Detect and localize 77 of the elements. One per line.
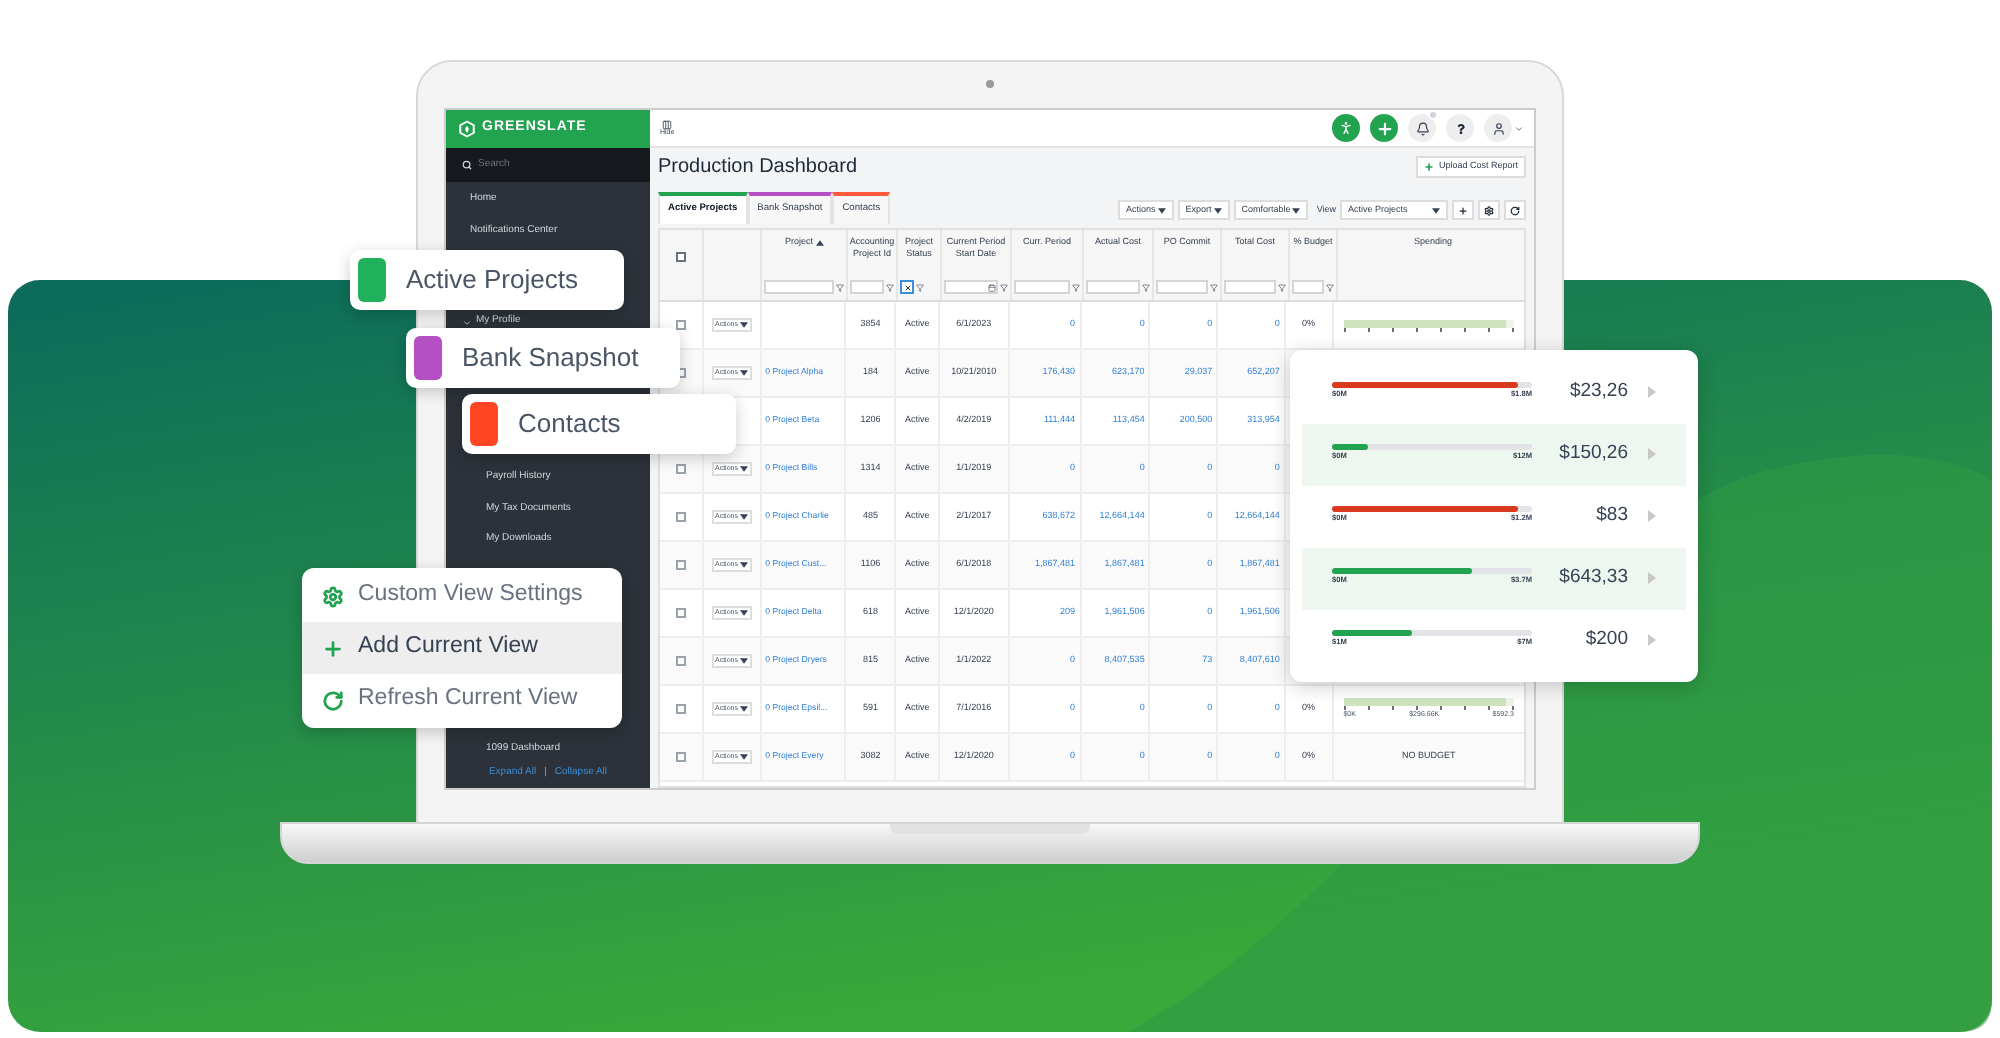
caret-icon bbox=[739, 322, 748, 328]
caret-icon bbox=[739, 658, 748, 664]
play-arrow-icon[interactable] bbox=[1648, 448, 1656, 460]
walking-person-icon[interactable] bbox=[1332, 114, 1360, 142]
row-checkbox[interactable] bbox=[675, 560, 686, 570]
spending-amount: $23,26 bbox=[1567, 377, 1628, 406]
row-checkbox[interactable] bbox=[675, 512, 686, 522]
caret-icon bbox=[739, 466, 748, 472]
tab-label: Active Projects bbox=[406, 262, 578, 299]
caret-icon bbox=[739, 706, 748, 712]
settings-icon bbox=[322, 585, 344, 607]
play-arrow-icon[interactable] bbox=[1648, 386, 1656, 398]
caret-icon bbox=[1292, 207, 1301, 213]
clear-filter-button[interactable] bbox=[900, 280, 914, 294]
add-view-button[interactable] bbox=[1452, 200, 1474, 220]
user-icon bbox=[1491, 121, 1505, 135]
caret-icon bbox=[739, 514, 748, 520]
filter-field[interactable] bbox=[1156, 280, 1208, 294]
spending-amount: $83 bbox=[1594, 501, 1628, 530]
filter-icon[interactable] bbox=[886, 283, 894, 291]
filter-field[interactable] bbox=[1086, 280, 1140, 294]
help-icon[interactable] bbox=[1446, 114, 1474, 142]
calendar-icon[interactable] bbox=[988, 283, 996, 291]
filter-field[interactable] bbox=[850, 280, 884, 294]
filter-icon[interactable] bbox=[1210, 283, 1218, 291]
play-arrow-icon[interactable] bbox=[1648, 510, 1656, 522]
filter-icon[interactable] bbox=[916, 283, 924, 291]
filter-icon[interactable] bbox=[1142, 283, 1150, 291]
menu-item[interactable]: Add Current View bbox=[302, 622, 622, 674]
filter-field[interactable] bbox=[1224, 280, 1276, 294]
filter-icon[interactable] bbox=[1326, 283, 1334, 291]
user-menu[interactable] bbox=[1484, 114, 1524, 142]
row-checkbox[interactable] bbox=[675, 656, 686, 666]
caret-icon bbox=[1432, 207, 1440, 213]
plus-icon bbox=[1458, 205, 1468, 215]
filter-field[interactable] bbox=[764, 280, 834, 294]
row-checkbox[interactable] bbox=[675, 704, 686, 714]
refresh-icon bbox=[1510, 205, 1520, 215]
menu-item[interactable]: Custom View Settings bbox=[302, 570, 622, 622]
date-filter-field[interactable] bbox=[944, 280, 998, 294]
spending-amount: $200 bbox=[1583, 625, 1628, 654]
filter-icon[interactable] bbox=[1072, 283, 1080, 291]
plus-icon bbox=[1424, 162, 1435, 172]
caret-icon bbox=[739, 754, 748, 760]
plus-icon bbox=[322, 637, 344, 659]
menu-item[interactable]: Refresh Current View bbox=[302, 674, 622, 726]
search-icon bbox=[462, 160, 472, 170]
caret-icon bbox=[739, 562, 748, 568]
filter-icon[interactable] bbox=[1000, 283, 1008, 291]
row-checkbox[interactable] bbox=[675, 608, 686, 618]
row-checkbox[interactable] bbox=[675, 464, 686, 474]
row-checkbox[interactable] bbox=[675, 320, 686, 330]
refresh-icon bbox=[322, 689, 344, 711]
caret-icon bbox=[1213, 207, 1222, 213]
filter-field[interactable] bbox=[1014, 280, 1070, 294]
refresh-button[interactable] bbox=[1504, 200, 1526, 220]
logo-icon bbox=[458, 120, 476, 138]
tab-label: Bank Snapshot bbox=[462, 340, 639, 377]
filter-field[interactable] bbox=[1292, 280, 1324, 294]
caret-icon bbox=[1157, 207, 1166, 213]
row-checkbox[interactable] bbox=[675, 752, 686, 762]
page-title: Production Dashboard bbox=[658, 154, 858, 182]
spending-amount: $150,26 bbox=[1557, 439, 1628, 468]
notification-bell-icon[interactable] bbox=[1408, 114, 1436, 142]
play-arrow-icon[interactable] bbox=[1648, 634, 1656, 646]
select-all-checkbox[interactable] bbox=[676, 252, 686, 262]
play-arrow-icon[interactable] bbox=[1648, 572, 1656, 584]
caret-icon bbox=[739, 610, 748, 616]
tab-label: Contacts bbox=[518, 406, 621, 443]
filter-icon[interactable] bbox=[836, 283, 844, 291]
settings-button[interactable] bbox=[1478, 200, 1500, 220]
chevron-down-icon bbox=[1514, 123, 1524, 133]
spending-amount: $643,33 bbox=[1557, 563, 1628, 592]
add-icon[interactable] bbox=[1370, 114, 1398, 142]
filter-icon[interactable] bbox=[1278, 283, 1286, 291]
caret-icon bbox=[739, 370, 748, 376]
settings-icon bbox=[1484, 205, 1494, 215]
